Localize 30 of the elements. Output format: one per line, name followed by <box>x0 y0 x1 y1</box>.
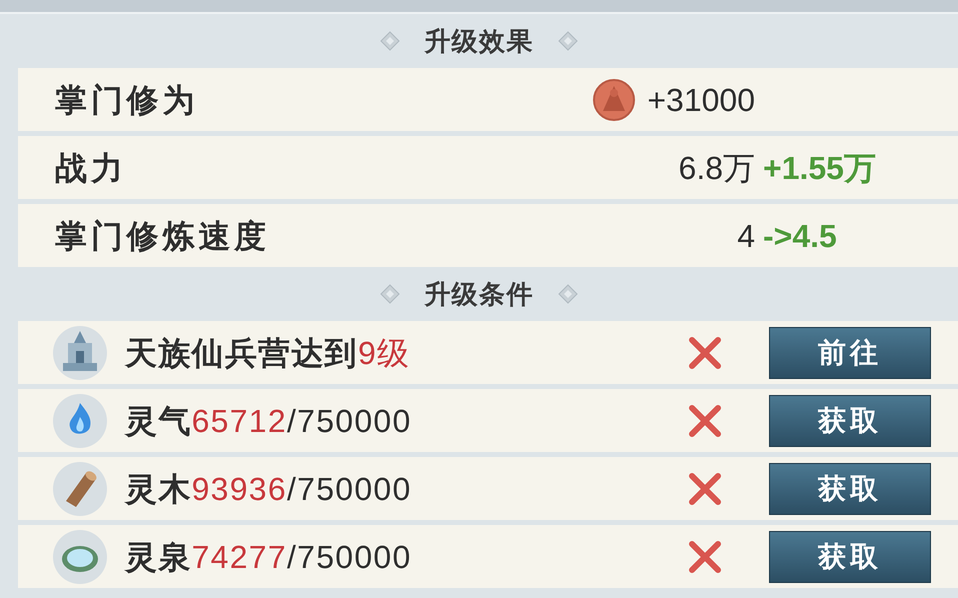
tower-icon <box>52 324 108 380</box>
diamond-icon <box>380 284 400 304</box>
cross-icon <box>687 470 723 506</box>
condition-text: 灵木93936/750000 <box>125 470 413 508</box>
coin-icon <box>593 78 636 120</box>
section-title: 升级效果 <box>424 24 534 58</box>
diamond-icon <box>558 284 578 304</box>
cross-icon <box>687 538 723 574</box>
action-button[interactable]: 获取 <box>769 394 931 446</box>
cross-icon <box>687 334 723 370</box>
effect-label: 掌门修炼速度 <box>54 216 272 256</box>
current-value: 6.8万 <box>678 148 755 188</box>
spring-icon <box>52 528 108 584</box>
gain-value: ->4.5 <box>763 216 837 256</box>
gain-value: +1.55万 <box>763 148 876 188</box>
section-title: 升级条件 <box>424 278 534 310</box>
diamond-icon <box>558 31 578 51</box>
log-icon <box>52 460 108 516</box>
effect-value: +31000 <box>647 80 755 120</box>
action-button[interactable]: 获取 <box>769 530 931 582</box>
effect-label: 战力 <box>54 148 128 188</box>
diamond-icon <box>380 31 400 51</box>
action-button[interactable]: 前往 <box>769 326 931 378</box>
effect-label: 掌门修为 <box>54 80 200 120</box>
condition-text: 天族仙兵营达到9级 <box>125 334 412 372</box>
condition-text: 灵泉74277/750000 <box>125 538 413 576</box>
current-value: 4 <box>737 216 755 256</box>
action-button[interactable]: 获取 <box>769 462 931 514</box>
cross-icon <box>687 402 723 438</box>
condition-text: 灵气65712/750000 <box>125 402 413 440</box>
